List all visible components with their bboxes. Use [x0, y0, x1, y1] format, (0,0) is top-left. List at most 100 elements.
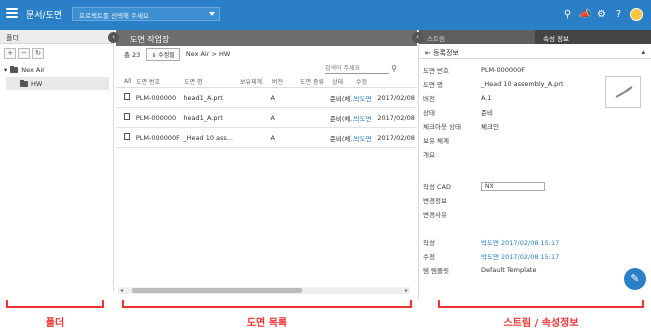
breadcrumb: Nex Air > HW — [185, 50, 231, 58]
field-row: 수정 박도면 2017/02/08 15:17 — [419, 249, 651, 263]
app-title: 문서/도면 — [26, 11, 63, 21]
cell-date: 2017/02/08 — [377, 133, 415, 142]
field-label: 변경사유 — [423, 211, 447, 219]
gear-icon[interactable]: ⚙ — [596, 9, 607, 20]
column-header-type[interactable]: 도면 종류 — [300, 77, 332, 86]
arrow-icon: ⇤ — [425, 49, 434, 57]
cell-date: 2017/02/08 — [377, 113, 415, 122]
field-label: 도면 번호 — [423, 67, 449, 75]
search-input[interactable] — [325, 64, 389, 74]
scroll-left-icon[interactable]: ◂ — [120, 287, 123, 294]
field-row: 개요 — [419, 147, 651, 161]
cell-modifier[interactable]: 박도면 — [354, 93, 378, 103]
edit-fab-icon[interactable]: ✎ — [624, 268, 646, 290]
megaphone-icon[interactable]: 📣 — [579, 9, 591, 20]
triangle-down-icon: ▾ — [4, 65, 8, 74]
cell-version: A — [270, 93, 275, 102]
field-label: 변경정보 — [423, 197, 447, 205]
avatar[interactable] — [630, 8, 643, 21]
refresh-icon[interactable]: ↻ — [32, 48, 44, 59]
info-tabs: 스트림 속성 정보 — [419, 30, 651, 44]
field-label: 템 템플릿 — [423, 267, 449, 275]
drawing-list-toolbar: 총 23 ⇓ 수정될 Nex Air > HW — [116, 46, 417, 62]
help-icon[interactable]: ? — [613, 9, 624, 20]
field-label: 상태 — [423, 109, 435, 117]
column-header-system[interactable]: 보유체계 — [240, 77, 272, 86]
cell-name: head1_A.prt — [183, 113, 223, 122]
field-value: A.1 — [481, 94, 492, 102]
chevron-down-icon — [209, 12, 215, 16]
field-label: 작성 CAD — [423, 183, 452, 191]
top-bar: 문서/도면 프로젝트를 선택해 주세요 ⚲ 📣 ⚙ ? — [0, 0, 651, 30]
chevron-up-icon[interactable]: ▴ — [641, 48, 645, 56]
tree-item-label: Nex Air — [21, 65, 45, 74]
field-label: 개요 — [423, 151, 435, 159]
table-row[interactable]: PLM-000000 head1_A.prt A 준비(체... 박도면 201… — [116, 108, 417, 128]
field-value: 준비 — [481, 109, 493, 117]
cell-modifier[interactable]: 박도면 — [354, 133, 378, 143]
tree-item-label: HW — [31, 79, 43, 88]
cell-name: _Head 10 ass... — [183, 133, 233, 142]
scroll-right-icon[interactable]: ▸ — [405, 287, 408, 294]
cell-state: 준비(체... — [329, 94, 354, 103]
tab-properties[interactable]: 속성 정보 — [535, 30, 651, 44]
field-label: 버전 — [423, 95, 435, 103]
collapse-right-icon[interactable]: ‹ — [412, 32, 423, 43]
folder-icon — [20, 79, 28, 87]
cell-no: PLM-000000 — [135, 113, 177, 122]
table-row[interactable]: PLM-000000F _Head 10 ass... A 준비(체... 박도… — [116, 128, 417, 148]
cell-date: 2017/02/08 — [377, 93, 415, 102]
annotation-folder: 폴더 — [45, 318, 65, 329]
field-value: 체크인 — [481, 123, 499, 131]
field-row: 변경사유 — [419, 207, 651, 221]
field-value: Default Template — [481, 266, 537, 274]
annotation-list: 도면 목록 — [246, 318, 288, 329]
field-value: 박도면 2017/02/08 15:17 — [481, 239, 560, 247]
project-select[interactable]: 프로젝트를 선택해 주세요 — [72, 7, 220, 21]
annotation-stream: 스트림 / 속성정보 — [503, 318, 579, 329]
folder-panel: 폴더 + − ↻ ▾ Nex Air HW — [0, 30, 114, 291]
stream-bracket — [438, 300, 644, 308]
column-header-version[interactable]: 버전 — [272, 77, 300, 86]
scrollbar-thumb[interactable] — [132, 288, 302, 293]
search-area: ⚲ — [116, 62, 417, 76]
cell-no: PLM-000000F — [135, 133, 180, 142]
search-icon[interactable]: ⚲ — [562, 9, 573, 20]
cad-select[interactable]: NX — [481, 181, 545, 191]
cell-modifier[interactable]: 박도면 — [354, 113, 378, 123]
column-header-name[interactable]: 도면 명 — [184, 77, 240, 86]
folder-bracket — [6, 300, 104, 308]
field-value: 박도면 2017/02/08 15:17 — [481, 253, 560, 261]
field-row: 체크아웃 상태 체크인 — [419, 119, 651, 133]
field-value: _Head 10 assembly_A.prt — [481, 80, 564, 88]
collapse-left-icon[interactable]: ‹ — [108, 32, 119, 43]
search-icon[interactable]: ⚲ — [391, 64, 397, 73]
list-bracket — [122, 300, 412, 308]
column-header-state[interactable]: 상태 — [332, 77, 356, 86]
column-header-modifier[interactable]: 수정 — [356, 77, 380, 86]
field-row: 도면 번호 PLM-000000F — [419, 63, 651, 77]
horizontal-scrollbar[interactable]: ◂ ▸ — [118, 287, 410, 294]
drawing-list-panel: 도면 작업장 총 23 ⇓ 수정될 Nex Air > HW ⚲ All 도면 … — [116, 30, 417, 300]
hamburger-menu-icon[interactable] — [6, 8, 18, 18]
part-preview-icon — [615, 86, 633, 98]
info-panel: 스트림 속성 정보 ⇤ 등록정보 ▴ 도면 번호 PLM-000000F 도면 명… — [418, 30, 651, 300]
field-row: 작성 박도면 2017/02/08 15:17 — [419, 235, 651, 249]
column-header-all[interactable]: All — [124, 78, 136, 85]
tree-item-hw[interactable]: HW — [6, 77, 109, 90]
tree-item-nex-air[interactable]: ▾ Nex Air — [0, 63, 113, 76]
table-row[interactable]: PLM-000000 head1_A.prt A 준비(체... 박도면 201… — [116, 88, 417, 108]
folder-panel-title: 폴더 — [0, 30, 113, 44]
collapse-all-icon[interactable]: − — [18, 48, 30, 59]
folder-icon — [10, 65, 19, 73]
expand-all-icon[interactable]: + — [4, 48, 16, 59]
cell-state: 준비(체... — [329, 134, 354, 143]
drawing-thumbnail[interactable] — [605, 76, 641, 108]
section-header[interactable]: ⇤ 등록정보 ▴ — [419, 44, 651, 59]
modify-button[interactable]: ⇓ 수정될 — [146, 47, 180, 61]
column-header-no[interactable]: 도면 번호 — [136, 77, 184, 86]
document-icon — [124, 133, 130, 140]
top-icons: ⚲ 📣 ⚙ ? — [562, 8, 643, 21]
tab-stream[interactable]: 스트림 — [419, 30, 535, 44]
project-select-placeholder: 프로젝트를 선택해 주세요 — [79, 12, 149, 20]
